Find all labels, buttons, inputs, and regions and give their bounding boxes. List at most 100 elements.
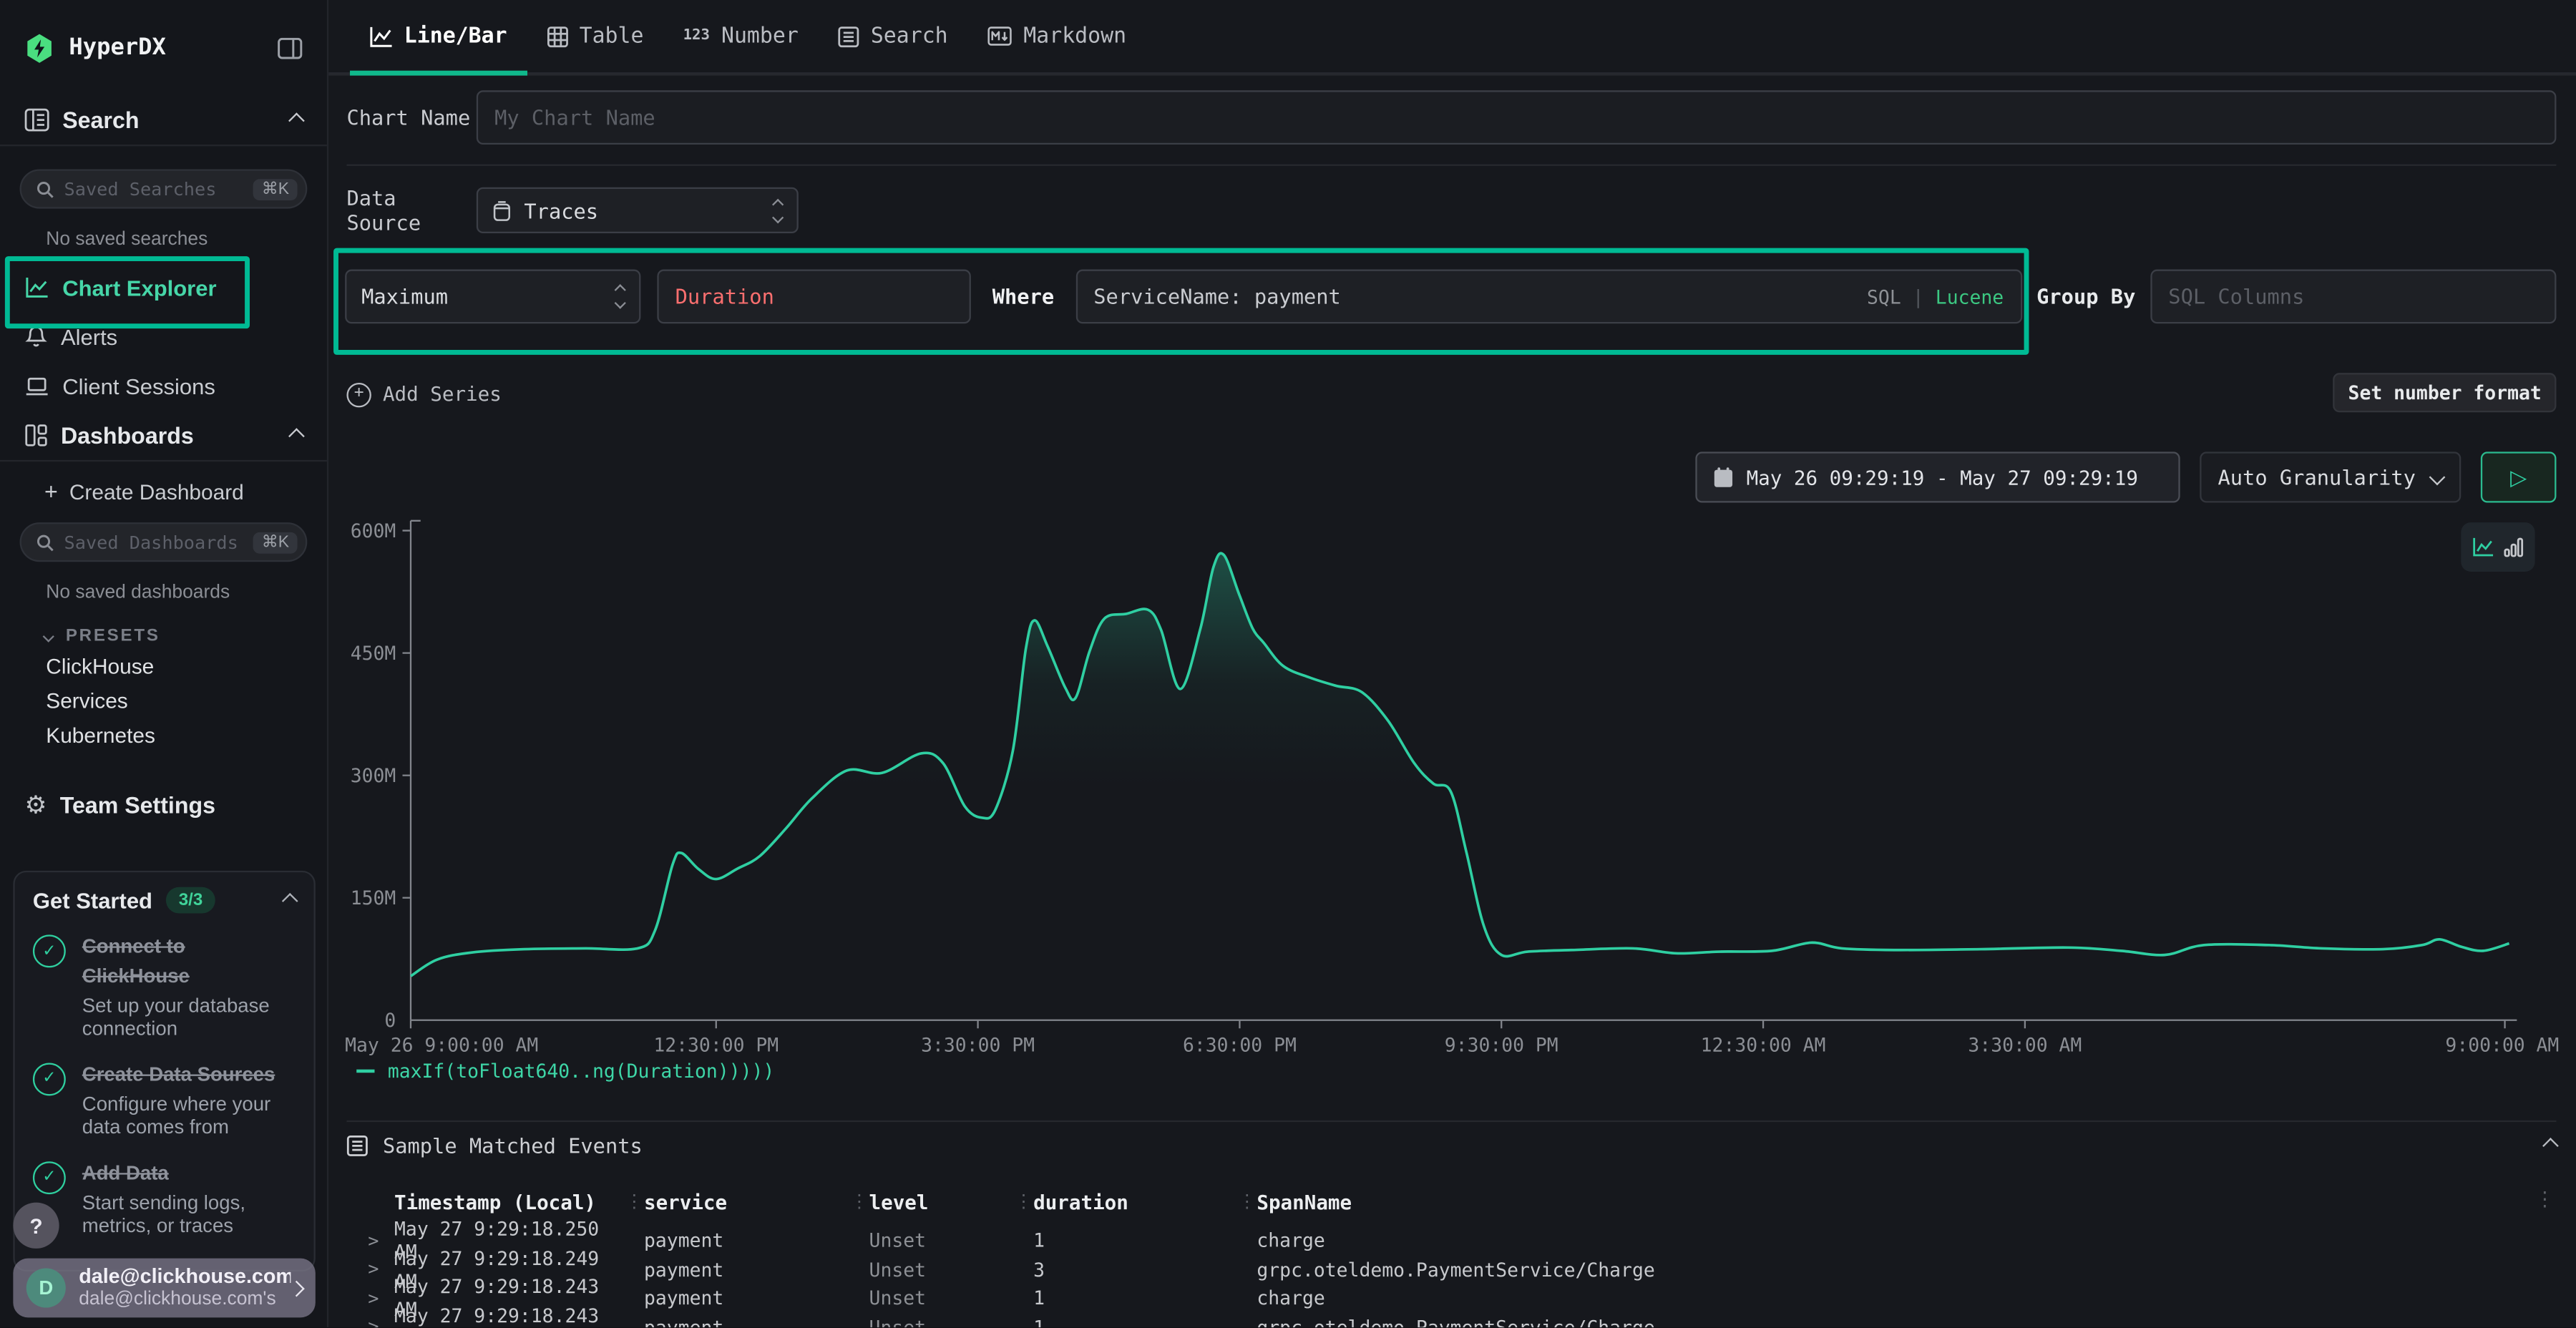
data-source-select[interactable]: Traces (477, 187, 799, 233)
tab-markdown[interactable]: Markdown (967, 0, 1146, 72)
cell-level: Unset (869, 1315, 1014, 1327)
calendar-icon (1714, 467, 1734, 488)
create-dashboard-button[interactable]: + Create Dashboard (0, 470, 327, 513)
saved-dashboards-input[interactable]: Saved Dashboards ⌘K (20, 522, 308, 562)
preset-item[interactable]: Services (0, 683, 327, 718)
cell-timestamp: May 27 9:29:18.243 AM (394, 1304, 624, 1327)
line-chart-type-icon[interactable] (2472, 537, 2494, 557)
view-tabbar: Line/Bar Table 123 Number Search Markdow… (328, 0, 2576, 76)
lucene-toggle-option[interactable]: Lucene (1936, 285, 2004, 308)
saved-searches-input[interactable]: Saved Searches ⌘K (20, 169, 308, 208)
cell-spanname: grpc.oteldemo.PaymentService/Charge (1257, 1315, 2520, 1327)
no-saved-dashboards-text: No saved dashboards (46, 583, 327, 603)
tab-table[interactable]: Table (527, 0, 663, 72)
row-expand-icon[interactable]: > (368, 1259, 394, 1280)
chart-name-input[interactable] (477, 90, 2557, 145)
svg-text:6:30:00 PM: 6:30:00 PM (1183, 1034, 1297, 1056)
line-chart-icon (24, 276, 49, 299)
divider (346, 1120, 2556, 1122)
get-started-item-connect[interactable]: ✓ Connect to ClickHouseSet up your datab… (33, 932, 296, 1041)
sidebar-item-chart-explorer[interactable]: Chart Explorer (0, 263, 327, 312)
sidebar-section-label: Dashboards (61, 422, 291, 449)
column-header[interactable]: duration (1033, 1190, 1237, 1213)
chevron-down-icon (43, 630, 54, 641)
no-saved-searches-text: No saved searches (46, 230, 327, 250)
get-started-progress-badge: 3/3 (165, 887, 215, 914)
laptop-icon (24, 376, 49, 397)
sidebar-item-team-settings[interactable]: ⚙ Team Settings (0, 781, 327, 830)
presets-toggle[interactable]: PRESETS (44, 622, 327, 649)
sidebar: HyperDX Search Saved Searches ⌘K No save… (0, 0, 328, 1327)
app-title: HyperDX (69, 34, 278, 61)
svg-text:9:00:00 AM: 9:00:00 AM (2445, 1034, 2559, 1056)
tab-number[interactable]: 123 Number (663, 0, 818, 72)
column-header[interactable]: Timestamp (Local) (394, 1190, 624, 1213)
column-header[interactable]: service (644, 1190, 849, 1213)
column-resize-handle[interactable]: ⋮ (1014, 1191, 1034, 1213)
user-subtext: dale@clickhouse.com's (79, 1289, 291, 1310)
cell-duration: 3 (1033, 1258, 1237, 1281)
sidebar-section-dashboards[interactable]: Dashboards (0, 411, 327, 460)
tab-search[interactable]: Search (818, 0, 967, 72)
events-table-body: > May 27 9:29:18.250 AM payment Unset 1 … (368, 1217, 2520, 1327)
add-series-button[interactable]: + Add Series (346, 378, 501, 411)
data-source-label: Data Source (346, 185, 476, 235)
preset-item[interactable]: ClickHouse (0, 649, 327, 683)
cell-service: payment (644, 1315, 849, 1327)
avatar: D (26, 1268, 66, 1307)
get-started-item-add-data[interactable]: ✓ Add DataStart sending logs, metrics, o… (33, 1158, 296, 1238)
tab-line-bar[interactable]: Line/Bar (350, 0, 527, 72)
row-expand-icon[interactable]: > (368, 1287, 394, 1309)
plus-icon: + (44, 478, 58, 504)
sidebar-section-label: Search (62, 107, 291, 133)
table-options-icon[interactable]: ⋮ (2535, 1188, 2555, 1211)
sql-toggle-option[interactable]: SQL (1867, 285, 1901, 308)
chevron-right-icon (288, 1280, 305, 1297)
markdown-icon (987, 26, 1012, 47)
search-icon (36, 180, 54, 197)
set-number-format-button[interactable]: Set number format (2333, 373, 2557, 412)
svg-text:12:30:00 PM: 12:30:00 PM (653, 1034, 779, 1056)
cell-level: Unset (869, 1229, 1014, 1251)
svg-text:600M: 600M (351, 520, 396, 542)
chart-canvas[interactable]: 0150M300M450M600MMay 26 9:00:00 AM12:30:… (328, 493, 2576, 1071)
column-header[interactable]: SpanName (1257, 1190, 2520, 1213)
table-icon (547, 26, 568, 47)
collapse-panel-icon[interactable] (2542, 1138, 2559, 1154)
sidebar-item-alerts[interactable]: Alerts (0, 312, 327, 361)
chevron-down-icon (2429, 469, 2446, 486)
svg-text:0: 0 (384, 1010, 396, 1032)
query-language-toggle: SQL | Lucene (1867, 270, 2004, 324)
command-k-shortcut: ⌘K (253, 532, 297, 553)
bar-chart-type-icon[interactable] (2504, 537, 2524, 557)
chevron-up-icon[interactable] (282, 892, 298, 909)
sidebar-section-search[interactable]: Search (0, 95, 327, 145)
user-account-chip[interactable]: D dale@clickhouse.com dale@clickhouse.co… (13, 1259, 315, 1318)
row-expand-icon[interactable]: > (368, 1229, 394, 1251)
number-123-icon: 123 (683, 28, 710, 44)
select-chevrons-icon (616, 285, 624, 307)
column-resize-handle[interactable]: ⋮ (624, 1191, 644, 1213)
get-started-title: Get Started (33, 888, 152, 912)
table-row[interactable]: > May 27 9:29:18.250 AM payment Unset 1 … (368, 1217, 2520, 1246)
series-field-input[interactable] (657, 270, 971, 324)
get-started-item-sources[interactable]: ✓ Create Data SourcesConfigure where you… (33, 1059, 296, 1139)
search-icon (36, 533, 54, 551)
svg-text:450M: 450M (351, 643, 396, 665)
events-table-header: Timestamp (Local) ⋮ service ⋮ level ⋮ du… (368, 1188, 2520, 1216)
list-icon (346, 1135, 368, 1156)
aggregation-select[interactable]: Maximum (345, 270, 640, 324)
column-header[interactable]: level (869, 1190, 1014, 1213)
chart-name-label: Chart Name (346, 105, 476, 130)
gear-icon: ⚙ (24, 793, 47, 817)
chart-legend[interactable]: maxIf(toFloat640..ng(Duration))))) (356, 1060, 774, 1083)
sidebar-collapse-icon[interactable] (278, 37, 302, 59)
help-button[interactable]: ? (13, 1203, 59, 1249)
group-by-input[interactable] (2150, 270, 2556, 324)
preset-item[interactable]: Kubernetes (0, 718, 327, 752)
column-resize-handle[interactable]: ⋮ (1237, 1191, 1257, 1213)
saved-searches-placeholder: Saved Searches (64, 178, 254, 200)
column-resize-handle[interactable]: ⋮ (849, 1191, 869, 1213)
sidebar-item-client-sessions[interactable]: Client Sessions (0, 361, 327, 411)
row-expand-icon[interactable]: > (368, 1316, 394, 1327)
